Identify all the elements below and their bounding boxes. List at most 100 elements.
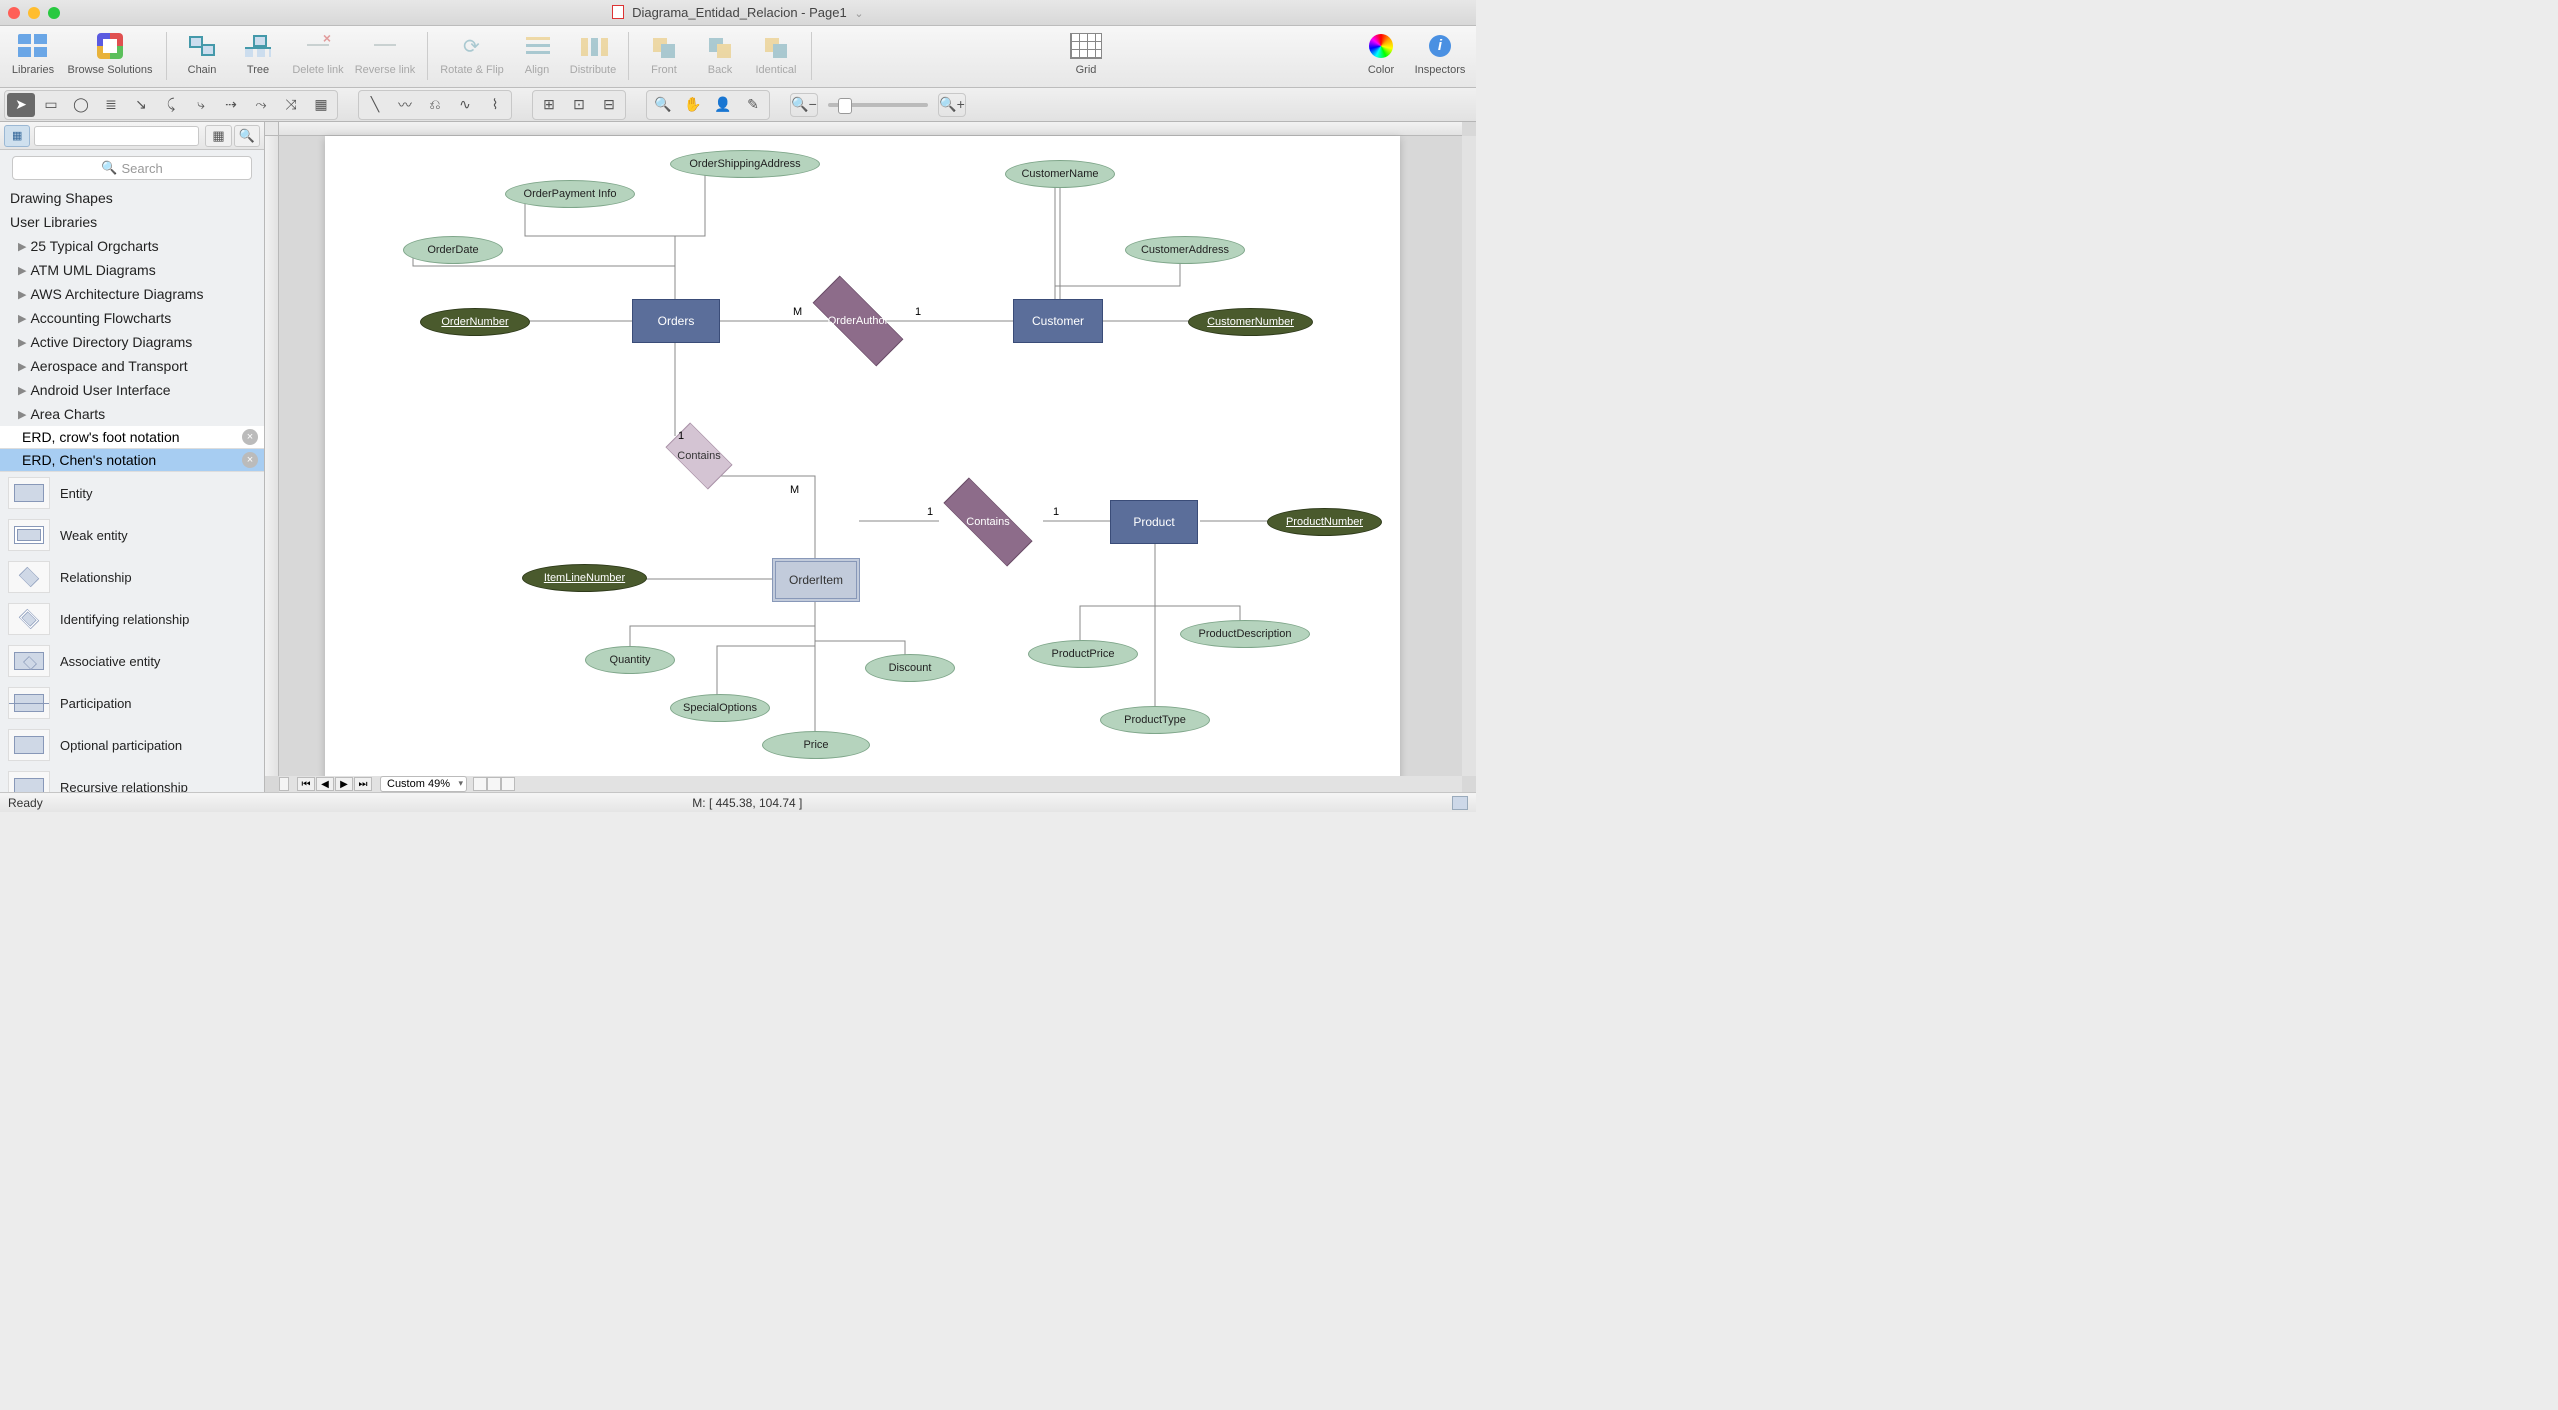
nav-next[interactable]: ▶: [335, 777, 353, 791]
lib-tab-crow[interactable]: ERD, crow's foot notation×: [0, 426, 264, 449]
grid-view-button[interactable]: ▦: [205, 125, 231, 147]
zoom-tool[interactable]: 🔍: [649, 93, 677, 117]
key-itemlinenumber[interactable]: ItemLineNumber: [522, 564, 647, 592]
zoom-slider[interactable]: [828, 103, 928, 107]
color-button[interactable]: Color: [1354, 30, 1408, 76]
nav-last[interactable]: ⏭: [354, 777, 372, 791]
minimize-icon[interactable]: [28, 7, 40, 19]
hand-tool[interactable]: ✋: [679, 93, 707, 117]
shape-weak-entity[interactable]: Weak entity: [0, 514, 264, 556]
conn6-tool[interactable]: ⤨: [277, 93, 305, 117]
zoom-out-button[interactable]: 🔍−: [790, 93, 818, 117]
search-input[interactable]: 🔍 Search: [12, 156, 252, 180]
attr-producttype[interactable]: ProductType: [1100, 706, 1210, 734]
inspectors-button[interactable]: iInspectors: [1410, 30, 1470, 76]
canvas[interactable]: Orders OrderNumber OrderDate OrderPaymen…: [265, 122, 1476, 792]
close-icon[interactable]: [8, 7, 20, 19]
browse-solutions-button[interactable]: Browse Solutions: [62, 30, 158, 76]
view-mode-3[interactable]: [501, 777, 515, 791]
rel-orderauthor[interactable]: OrderAuthor: [813, 288, 903, 354]
entity-orders[interactable]: Orders: [632, 299, 720, 343]
pause-icon[interactable]: [279, 777, 289, 791]
entity-product[interactable]: Product: [1110, 500, 1198, 544]
chain-button[interactable]: Chain: [175, 30, 229, 76]
attr-customeraddress[interactable]: CustomerAddress: [1125, 236, 1245, 264]
attr-price[interactable]: Price: [762, 731, 870, 759]
key-customernumber[interactable]: CustomerNumber: [1188, 308, 1313, 336]
view-mode-2[interactable]: [487, 777, 501, 791]
attr-ordershipping[interactable]: OrderShippingAddress: [670, 150, 820, 178]
lib-item[interactable]: ▶AWS Architecture Diagrams: [0, 282, 264, 306]
close-icon[interactable]: ×: [242, 429, 258, 445]
key-ordernumber[interactable]: OrderNumber: [420, 308, 530, 336]
scrollbar-vertical[interactable]: [1462, 136, 1476, 776]
attr-productprice[interactable]: ProductPrice: [1028, 640, 1138, 668]
search-button[interactable]: 🔍: [234, 125, 260, 147]
poly-tool[interactable]: ⎌: [421, 93, 449, 117]
sidebar-filter-input[interactable]: [34, 126, 199, 146]
lib-item[interactable]: ▶Accounting Flowcharts: [0, 306, 264, 330]
image-tool[interactable]: ▦: [307, 93, 335, 117]
lib-tab-chen[interactable]: ERD, Chen's notation×: [0, 449, 264, 472]
snap3-tool[interactable]: ⊟: [595, 93, 623, 117]
spline-tool[interactable]: ∿: [451, 93, 479, 117]
shape-recursive-relationship[interactable]: Recursive relationship: [0, 766, 264, 792]
shape-optional-participation[interactable]: Optional participation: [0, 724, 264, 766]
tree-button[interactable]: Tree: [231, 30, 285, 76]
nav-prev[interactable]: ◀: [316, 777, 334, 791]
shape-associative-entity[interactable]: Associative entity: [0, 640, 264, 682]
lib-user-libraries[interactable]: User Libraries: [0, 210, 264, 234]
conn1-tool[interactable]: ↘: [127, 93, 155, 117]
conn2-tool[interactable]: ⤹: [157, 93, 185, 117]
attr-quantity[interactable]: Quantity: [585, 646, 675, 674]
status-ready: Ready: [8, 796, 43, 810]
shape-identifying-relationship[interactable]: Identifying relationship: [0, 598, 264, 640]
ellipse-tool[interactable]: ◯: [67, 93, 95, 117]
thumbnail-icon[interactable]: [1452, 796, 1468, 810]
attr-discount[interactable]: Discount: [865, 654, 955, 682]
weak-orderitem[interactable]: OrderItem: [775, 561, 857, 599]
chevron-down-icon[interactable]: ⌄: [854, 8, 863, 20]
shape-relationship[interactable]: Relationship: [0, 556, 264, 598]
lib-item[interactable]: ▶Area Charts: [0, 402, 264, 426]
conn4-tool[interactable]: ⇢: [217, 93, 245, 117]
page[interactable]: Orders OrderNumber OrderDate OrderPaymen…: [325, 136, 1400, 784]
rect-tool[interactable]: ▭: [37, 93, 65, 117]
key-productnumber[interactable]: ProductNumber: [1267, 508, 1382, 536]
zoom-dropdown[interactable]: Custom 49%: [380, 776, 467, 792]
rel-contains2[interactable]: Contains: [943, 491, 1033, 553]
attr-orderdate[interactable]: OrderDate: [403, 236, 503, 264]
lib-item[interactable]: ▶Aerospace and Transport: [0, 354, 264, 378]
shape-entity[interactable]: Entity: [0, 472, 264, 514]
libraries-button[interactable]: Libraries: [6, 30, 60, 76]
line-tool[interactable]: ╲: [361, 93, 389, 117]
nav-first[interactable]: ⏮: [297, 777, 315, 791]
lib-item[interactable]: ▶ATM UML Diagrams: [0, 258, 264, 282]
conn3-tool[interactable]: ⤷: [187, 93, 215, 117]
curve-tool[interactable]: 〰: [391, 93, 419, 117]
pointer-tool[interactable]: ➤: [7, 93, 35, 117]
lib-item[interactable]: ▶Android User Interface: [0, 378, 264, 402]
attr-specialoptions[interactable]: SpecialOptions: [670, 694, 770, 722]
attr-orderpayment[interactable]: OrderPayment Info: [505, 180, 635, 208]
zoom-in-button[interactable]: 🔍+: [938, 93, 966, 117]
lib-item[interactable]: ▶25 Typical Orgcharts: [0, 234, 264, 258]
bezier-tool[interactable]: ⌇: [481, 93, 509, 117]
view-mode-1[interactable]: [473, 777, 487, 791]
lib-drawing-shapes[interactable]: Drawing Shapes: [0, 186, 264, 210]
maximize-icon[interactable]: [48, 7, 60, 19]
entity-customer[interactable]: Customer: [1013, 299, 1103, 343]
close-icon[interactable]: ×: [242, 452, 258, 468]
library-panel-icon[interactable]: ▦: [4, 125, 30, 147]
attr-customername[interactable]: CustomerName: [1005, 160, 1115, 188]
person-tool[interactable]: 👤: [709, 93, 737, 117]
pencil-tool[interactable]: ✎: [739, 93, 767, 117]
text-tool[interactable]: ≣: [97, 93, 125, 117]
attr-productdesc[interactable]: ProductDescription: [1180, 620, 1310, 648]
conn5-tool[interactable]: ⤳: [247, 93, 275, 117]
shape-participation[interactable]: Participation: [0, 682, 264, 724]
lib-item[interactable]: ▶Active Directory Diagrams: [0, 330, 264, 354]
snap1-tool[interactable]: ⊞: [535, 93, 563, 117]
grid-button[interactable]: Grid: [1059, 30, 1113, 76]
snap2-tool[interactable]: ⊡: [565, 93, 593, 117]
